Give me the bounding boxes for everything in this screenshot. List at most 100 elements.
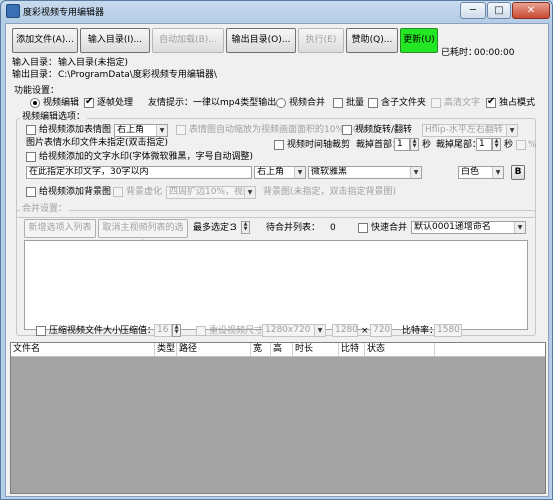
dropdown-arrow-icon: ▼ xyxy=(514,222,525,233)
compress-checkbox[interactable] xyxy=(36,326,46,336)
add-cover-label: 给视频添加表情图 xyxy=(39,125,112,135)
output-dir-label: 输出目录： xyxy=(12,70,58,80)
compress-ratio-spinner[interactable]: ▲ ▼ xyxy=(172,324,181,337)
width-input[interactable]: 1280 xyxy=(332,324,358,337)
app-window: 度彩视频专用编辑器 ─ □ ✕ 添加文件(A)... 输入目录(I)... 自动… xyxy=(0,0,553,500)
text-position-select[interactable]: 右上角 ▼ xyxy=(254,166,306,179)
step-process-checkbox[interactable] xyxy=(84,96,94,108)
compress-ratio-label: 压缩值： xyxy=(120,326,157,336)
input-dir-label: 输入目录： xyxy=(12,58,58,68)
minimize-button[interactable]: ─ xyxy=(460,2,486,19)
elapsed-label: 已耗时： xyxy=(441,48,478,58)
time-trim-label: 视频时间轴裁剪 xyxy=(287,140,351,150)
dropdown-arrow-icon: ▼ xyxy=(492,167,503,178)
add-text-label: 给视频添加的文字水印(字体微软雅黑，字号自动调整) xyxy=(39,152,254,162)
bg-unset-label[interactable]: 背景图(未指定，双击指定背景图) xyxy=(263,187,396,198)
include-subdir-label: 含子文件夹 xyxy=(381,98,427,108)
auto-scale-label: 表情图自动缩放为视频画面面积的10%-30% xyxy=(189,125,368,135)
height-input[interactable]: 720 xyxy=(370,324,392,337)
col-bitrate[interactable]: 比特 xyxy=(339,343,365,357)
update-button[interactable]: 更新(U) xyxy=(400,28,438,53)
tip-text: 友情提示：一律以mp4类型输出 xyxy=(148,98,277,108)
output-dir-value: C:\ProgramData\度彩视频专用编辑器\ xyxy=(58,70,217,80)
remove-from-list-button[interactable]: 取消主视频列表的选定 xyxy=(98,219,188,250)
size-preset-select[interactable]: 1280x720 ▼ xyxy=(262,324,326,337)
merge-list[interactable] xyxy=(24,240,528,330)
trim-tail-label: 裁掉尾部： xyxy=(436,140,482,150)
dropdown-arrow-icon: ▼ xyxy=(506,125,517,136)
dropdown-arrow-icon: ▼ xyxy=(410,167,421,178)
col-height[interactable]: 高 xyxy=(271,343,293,357)
add-cover-checkbox[interactable] xyxy=(26,125,36,135)
hd-text-label: 高清文字 xyxy=(444,98,481,108)
flip-select[interactable]: Hflip-水平左右翻转 ▼ xyxy=(422,124,518,137)
input-dir-button[interactable]: 输入目录(I)... xyxy=(80,28,150,53)
cover-position-select[interactable]: 右上角 ▼ xyxy=(114,124,168,137)
watermark-unset-label[interactable]: 图片表情水印文件未指定(双击指定) xyxy=(26,138,168,149)
rotate-flip-checkbox[interactable] xyxy=(342,125,352,135)
exclusive-mode-label: 独占模式 xyxy=(499,98,536,108)
file-table-header: 文件名 类型 路径 宽 高 时长 比特 状态 xyxy=(11,343,545,357)
video-edit-label: 视频编辑 xyxy=(43,98,80,108)
bold-button[interactable]: B xyxy=(511,165,525,180)
video-merge-label: 视频合并 xyxy=(289,98,326,108)
bg-blur-checkbox[interactable] xyxy=(113,187,123,197)
bg-expand-select[interactable]: 四周扩边10%，视频居中▼ xyxy=(166,186,256,199)
time-trim-checkbox[interactable] xyxy=(274,140,284,150)
bg-blur-label: 背景虚化 xyxy=(126,187,163,197)
close-button[interactable]: ✕ xyxy=(512,2,550,19)
batch-label: 批量 xyxy=(346,98,365,108)
reset-size-checkbox[interactable] xyxy=(196,326,206,336)
add-to-list-button[interactable]: 新增选项入列表 xyxy=(24,219,96,238)
batch-checkbox[interactable] xyxy=(333,98,343,108)
col-filename[interactable]: 文件名 xyxy=(11,343,155,357)
exclusive-mode-checkbox[interactable] xyxy=(486,96,496,108)
sponsor-button[interactable]: 赞助(Q)... xyxy=(346,28,398,53)
col-duration[interactable]: 时长 xyxy=(293,343,339,357)
font-select[interactable]: 微软雅黑 ▼ xyxy=(308,166,422,179)
trim-head-input[interactable]: 1 xyxy=(394,138,410,151)
add-text-checkbox[interactable] xyxy=(26,152,36,162)
file-table[interactable]: 文件名 类型 路径 宽 高 时长 比特 状态 xyxy=(10,342,546,494)
compress-ratio-input[interactable]: 16 xyxy=(154,324,172,337)
trim-tail-spinner[interactable]: ▲ ▼ xyxy=(492,138,501,151)
color-select[interactable]: 白色 ▼ xyxy=(458,166,504,179)
title-bar: 度彩视频专用编辑器 ─ □ ✕ xyxy=(1,1,552,21)
col-status[interactable]: 状态 xyxy=(365,343,435,357)
bitrate-input[interactable]: 1580 xyxy=(434,324,462,337)
naming-select[interactable]: 默认0001递增命名 ▼ xyxy=(411,221,526,234)
hd-text-checkbox[interactable] xyxy=(431,98,441,108)
trim-head-spinner[interactable]: ▲ ▼ xyxy=(410,138,419,151)
main-panel: 添加文件(A)... 输入目录(I)... 自动加载(B)... 输出目录(O)… xyxy=(5,23,549,497)
fast-merge-checkbox[interactable] xyxy=(358,223,368,233)
add-bg-checkbox[interactable] xyxy=(26,187,36,197)
edit-options-label: 视频编辑选项： xyxy=(20,112,88,123)
bitrate-label: 比特率： xyxy=(402,326,439,336)
fast-merge-label: 快速合并 xyxy=(371,223,408,233)
include-subdir-checkbox[interactable] xyxy=(368,98,378,108)
max-select-spinner[interactable]: ▲ ▼ xyxy=(241,221,250,234)
video-merge-radio[interactable] xyxy=(276,98,286,108)
trim-percent-checkbox[interactable] xyxy=(516,140,526,150)
video-edit-radio[interactable] xyxy=(30,98,40,108)
auto-load-button[interactable]: 自动加载(B)... xyxy=(152,28,224,53)
dropdown-arrow-icon: ▼ xyxy=(294,167,305,178)
execute-button[interactable]: 执行(E) xyxy=(298,28,344,53)
col-width[interactable]: 宽 xyxy=(251,343,271,357)
col-path[interactable]: 路径 xyxy=(177,343,251,357)
pending-list-count: 0 xyxy=(330,223,336,233)
compress-label: 压缩视频文件大小 xyxy=(49,326,122,336)
rotate-flip-label: 视频旋转/翻转 xyxy=(355,125,413,135)
pending-list-label: 待合并列表： xyxy=(266,223,321,233)
trim-tail-input[interactable]: 1 xyxy=(476,138,492,151)
watermark-text-input[interactable]: 在此指定水印文字，30字以内 xyxy=(26,166,252,179)
auto-scale-checkbox[interactable] xyxy=(176,125,186,135)
dropdown-arrow-icon: ▼ xyxy=(156,125,167,136)
trim-percent-label: % xyxy=(528,140,537,150)
dropdown-arrow-icon: ▼ xyxy=(314,325,325,336)
maximize-button[interactable]: □ xyxy=(487,2,511,19)
output-dir-button[interactable]: 输出目录(O)... xyxy=(226,28,296,53)
col-type[interactable]: 类型 xyxy=(155,343,177,357)
elapsed-value: 00:00:00 xyxy=(474,48,515,58)
add-file-button[interactable]: 添加文件(A)... xyxy=(12,28,78,53)
